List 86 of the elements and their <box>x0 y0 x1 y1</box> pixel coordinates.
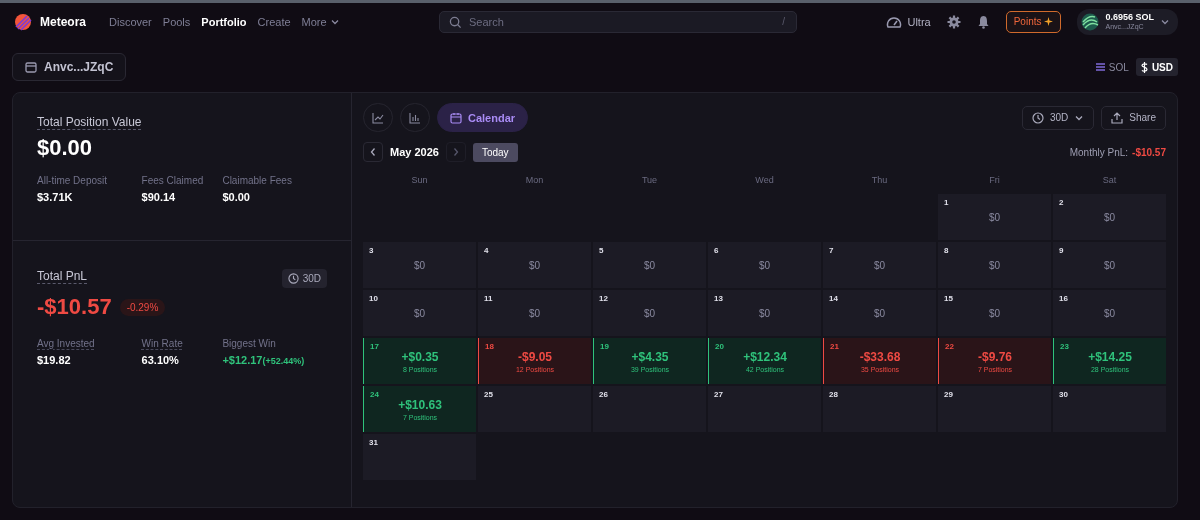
weekday-label: Sun <box>410 175 429 185</box>
weekday-label: Tue <box>640 175 659 185</box>
stat-label: Win Rate <box>141 338 184 349</box>
day-cell: 31 <box>363 434 476 480</box>
pnl-change-badge: -0.29% <box>119 298 166 316</box>
day-cell: 3 $0 <box>363 242 476 288</box>
ultra-button[interactable]: Ultra <box>886 14 931 29</box>
day-cell: 12 $0 <box>593 290 706 336</box>
day-cell: 10 $0 <box>363 290 476 336</box>
wallet-avatar-icon <box>1081 12 1100 31</box>
line-chart-icon <box>372 111 384 124</box>
stat-value: $19.82 <box>37 354 72 366</box>
day-cell: 11 $0 <box>478 290 591 336</box>
upload-icon <box>1111 111 1124 124</box>
stat-title: Total PnL <box>37 269 88 283</box>
day-cell: 25 <box>478 386 591 432</box>
day-cell: 14 $0 <box>823 290 936 336</box>
stat-label: All-time Deposit <box>37 175 109 186</box>
day-cell: 16 $0 <box>1053 290 1166 336</box>
day-cell: 5 $0 <box>593 242 706 288</box>
day-cell: 27 <box>708 386 821 432</box>
logo-icon <box>14 12 32 31</box>
currency-option[interactable]: USD <box>1135 58 1178 76</box>
day-cell: 13 $0 <box>708 290 821 336</box>
day-cell: 6 $0 <box>708 242 821 288</box>
search-icon <box>449 15 462 29</box>
monthly-pnl-value: -$10.57 <box>1132 146 1166 158</box>
period-dropdown[interactable]: 30D <box>1021 105 1095 130</box>
stat-value: $3.71K <box>37 191 74 203</box>
monthly-pnl-label: Monthly PnL: <box>1069 146 1129 158</box>
month-label: May 2026 <box>390 146 439 158</box>
stat-title: Total Position Value <box>37 115 142 129</box>
day-cell: 29 <box>938 386 1051 432</box>
clock-icon <box>287 273 299 284</box>
calendar-icon <box>450 111 462 124</box>
day-cell: 2 $0 <box>1053 194 1166 240</box>
today-button[interactable]: Today <box>472 142 518 162</box>
period-button[interactable]: 30D <box>281 269 327 288</box>
nav-link[interactable]: Discover <box>109 15 152 28</box>
stat-value: +$12.17(+52.44%) <box>222 354 306 366</box>
stat-value: $90.14 <box>141 191 177 203</box>
settings-icon[interactable] <box>946 14 961 29</box>
weekday-label: Fri <box>988 175 1001 185</box>
nav-link[interactable]: Create <box>257 15 291 28</box>
weekday-label: Sat <box>1101 175 1118 185</box>
position-value: $0.00 <box>37 135 94 161</box>
chevron-right-icon <box>451 147 460 157</box>
day-cell: 30 <box>1053 386 1166 432</box>
stat-label: Fees Claimed <box>141 175 205 186</box>
day-cell: 28 <box>823 386 936 432</box>
sparkle-icon <box>1044 17 1054 26</box>
nav-link[interactable]: Portfolio <box>201 15 247 28</box>
nav-link[interactable]: Pools <box>162 15 191 28</box>
day-cell: 8 $0 <box>938 242 1051 288</box>
day-cell: 9 $0 <box>1053 242 1166 288</box>
bell-icon[interactable] <box>976 14 990 29</box>
previous-month-button[interactable] <box>363 142 383 162</box>
stat-label: Claimable Fees <box>222 175 293 186</box>
stack-icon <box>1095 63 1105 71</box>
wallet-address-button[interactable]: Anvc...JZqC <box>12 53 127 81</box>
clock-icon <box>1031 111 1044 124</box>
dollar-icon <box>1140 61 1148 73</box>
wallet-icon <box>25 61 37 73</box>
day-cell: 4 $0 <box>478 242 591 288</box>
bar-chart-icon <box>409 111 421 124</box>
day-cell: 26 <box>593 386 706 432</box>
brand-name: Meteora <box>40 14 86 29</box>
gauge-icon <box>886 14 903 29</box>
stat-value: $0.00 <box>222 191 251 203</box>
calendar-view-button[interactable]: Calendar <box>437 103 529 132</box>
stat-label: Biggest Win <box>222 338 277 349</box>
day-cell: 7 $0 <box>823 242 936 288</box>
shortcut-hint: / <box>782 15 785 27</box>
share-button[interactable]: Share <box>1101 105 1166 130</box>
currency-option[interactable]: SOL <box>1090 58 1134 76</box>
pnl-value: -$10.57 <box>37 294 112 320</box>
weekday-label: Wed <box>754 175 775 185</box>
chevron-left-icon <box>369 147 377 157</box>
day-cell: 15 $0 <box>938 290 1051 336</box>
day-cell: 1 $0 <box>938 194 1051 240</box>
weekday-label: Thu <box>870 175 889 185</box>
points-button[interactable]: Points <box>1005 10 1062 33</box>
nav-link[interactable]: More <box>301 15 340 28</box>
stat-label: Avg Invested <box>37 338 96 349</box>
weekday-label: Mon <box>524 175 545 185</box>
stat-value: 63.10% <box>141 354 180 366</box>
